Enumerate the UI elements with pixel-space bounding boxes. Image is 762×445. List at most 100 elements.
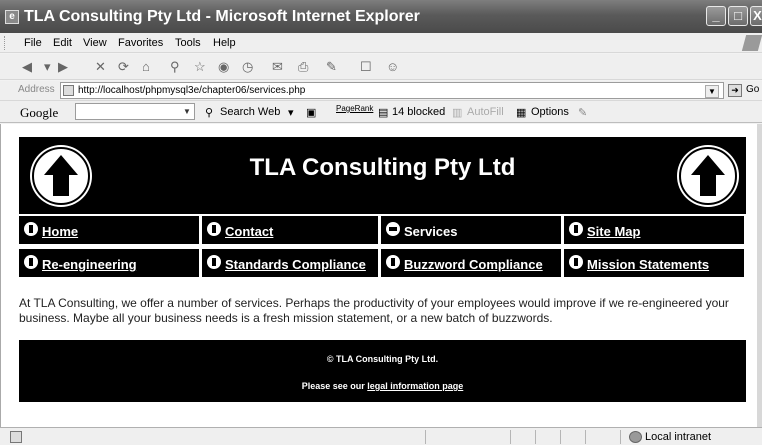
page-viewport[interactable]: TLA Consulting Pty Ltd Home Contact Serv… — [0, 124, 762, 427]
nav-bullet-icon — [207, 255, 221, 269]
up-arrow-logo-icon — [679, 147, 737, 205]
autofill-button[interactable]: AutoFill — [467, 106, 504, 118]
nav-current-icon — [386, 222, 400, 236]
search-web-button[interactable]: Search Web — [220, 106, 280, 118]
nav-item-home[interactable]: Home — [19, 216, 199, 244]
nav-bullet-icon — [207, 222, 221, 236]
refresh-icon[interactable]: ⟳ — [118, 59, 129, 75]
status-bar: Local intranet — [0, 427, 762, 445]
menu-edit[interactable]: Edit — [53, 37, 72, 49]
address-url[interactable]: http://localhost/phpmysql3e/chapter06/se… — [78, 85, 305, 96]
services-description: At TLA Consulting, we offer a number of … — [19, 296, 729, 325]
mail-icon[interactable]: ✉ — [272, 59, 283, 75]
search-icon[interactable]: ⚲ — [170, 59, 180, 75]
address-input[interactable]: http://localhost/phpmysql3e/chapter06/se… — [60, 82, 724, 99]
back-icon[interactable]: ◀ — [22, 59, 32, 75]
address-label: Address — [18, 84, 55, 95]
status-divider — [535, 430, 536, 444]
menu-bar: File Edit View Favorites Tools Help — [0, 33, 762, 53]
windows-logo-icon — [741, 35, 762, 51]
maximize-button[interactable]: □ — [728, 6, 748, 26]
status-divider — [620, 430, 621, 444]
dropdown-arrow-icon[interactable]: ▾ — [44, 59, 51, 75]
favorites-icon[interactable]: ☆ — [194, 59, 206, 75]
search-web-dropdown-icon[interactable]: ▾ — [288, 106, 294, 119]
nav-label-services: Services — [404, 224, 458, 239]
nav-bullet-icon — [569, 222, 583, 236]
page-icon — [63, 85, 74, 96]
nav-link-contact[interactable]: Contact — [225, 224, 273, 239]
popups-blocked[interactable]: 14 blocked — [392, 106, 445, 118]
menu-favorites[interactable]: Favorites — [118, 37, 163, 49]
nav-bullet-icon — [386, 255, 400, 269]
nav-link-mission-statements[interactable]: Mission Statements — [587, 257, 709, 272]
status-divider — [425, 430, 426, 444]
print-icon[interactable]: ⎙ — [298, 59, 308, 75]
menu-tools[interactable]: Tools — [175, 37, 201, 49]
nav-item-buzzword-compliance[interactable]: Buzzword Compliance — [381, 249, 561, 277]
autofill-icon: ▥ — [452, 107, 463, 119]
nav-link-home[interactable]: Home — [42, 224, 78, 239]
nav-item-mission-statements[interactable]: Mission Statements — [564, 249, 744, 277]
google-logo[interactable]: Google — [20, 105, 58, 121]
ie-page-icon: e — [5, 10, 19, 24]
discuss-icon[interactable]: ☐ — [360, 59, 372, 75]
search-web-icon[interactable]: ⚲ — [205, 106, 213, 119]
news-icon[interactable]: ▣ — [306, 106, 316, 119]
window-title: TLA Consulting Pty Ltd - Microsoft Inter… — [24, 8, 420, 25]
site-header: TLA Consulting Pty Ltd — [19, 137, 746, 214]
address-bar: Address http://localhost/phpmysql3e/chap… — [0, 81, 762, 101]
media-icon[interactable]: ◉ — [218, 59, 229, 75]
menu-file[interactable]: File — [24, 37, 42, 49]
toolbar-grip[interactable] — [4, 36, 7, 50]
nav-item-site-map[interactable]: Site Map — [564, 216, 744, 244]
nav-item-standards-compliance[interactable]: Standards Compliance — [202, 249, 378, 277]
legal-information-link[interactable]: legal information page — [367, 381, 463, 391]
intranet-zone-icon — [629, 431, 642, 443]
forward-icon[interactable]: ▶ — [58, 59, 68, 75]
nav-link-buzzword-compliance[interactable]: Buzzword Compliance — [404, 257, 543, 272]
history-icon[interactable]: ◷ — [242, 59, 253, 75]
status-divider — [585, 430, 586, 444]
security-zone: Local intranet — [645, 431, 712, 443]
minimize-button[interactable]: _ — [706, 6, 726, 26]
menu-help[interactable]: Help — [213, 37, 236, 49]
site-title: TLA Consulting Pty Ltd — [249, 154, 516, 181]
options-button[interactable]: Options — [531, 106, 569, 118]
nav-link-standards-compliance[interactable]: Standards Compliance — [225, 257, 366, 272]
nav-item-re-engineering[interactable]: Re-engineering — [19, 249, 199, 277]
nav-bullet-icon — [24, 255, 38, 269]
go-button[interactable]: Go — [746, 84, 759, 95]
page-status-icon — [10, 431, 22, 443]
stop-icon[interactable]: ✕ — [95, 59, 106, 75]
home-icon[interactable]: ⌂ — [142, 59, 150, 75]
search-dropdown-icon[interactable]: ▼ — [181, 105, 193, 118]
legal-notice: Please see our legal information page — [19, 381, 746, 391]
pagerank-indicator[interactable]: PageRank — [336, 104, 373, 113]
menu-view[interactable]: View — [83, 37, 107, 49]
nav-item-services[interactable]: Services — [381, 216, 561, 244]
edit-icon[interactable]: ✎ — [326, 59, 337, 75]
copyright-notice: © TLA Consulting Pty Ltd. — [326, 354, 439, 364]
standard-toolbar: ◀ ▾ ▶ ✕ ⟳ ⌂ ⚲ ☆ ◉ ◷ ✉ ⎙ ✎ ☐ ☺ — [0, 54, 762, 80]
nav-bullet-icon — [569, 255, 583, 269]
close-button[interactable]: X — [750, 6, 762, 26]
legal-prefix: Please see our — [301, 381, 368, 391]
messenger-icon[interactable]: ☺ — [386, 59, 399, 75]
options-icon[interactable]: ▦ — [516, 106, 526, 119]
site-footer: © TLA Consulting Pty Ltd. Please see our… — [19, 340, 746, 402]
popup-blocker-icon[interactable]: ▤ — [378, 106, 388, 119]
nav-link-re-engineering[interactable]: Re-engineering — [42, 257, 137, 272]
google-search-input[interactable]: ▼ — [75, 103, 195, 120]
window-title-bar[interactable]: e TLA Consulting Pty Ltd - Microsoft Int… — [0, 0, 762, 33]
nav-link-site-map[interactable]: Site Map — [587, 224, 640, 239]
status-divider — [510, 430, 511, 444]
status-divider — [560, 430, 561, 444]
address-dropdown-icon[interactable]: ▼ — [705, 85, 719, 98]
highlighter-icon[interactable]: ✎ — [578, 106, 587, 119]
nav-bullet-icon — [24, 222, 38, 236]
go-arrow-icon[interactable]: ➜ — [728, 84, 742, 97]
nav-item-contact[interactable]: Contact — [202, 216, 378, 244]
google-toolbar: Google ▼ ⚲ Search Web ▾ ▣ PageRank ▤ 14 … — [0, 101, 762, 123]
window-edge — [757, 124, 762, 427]
